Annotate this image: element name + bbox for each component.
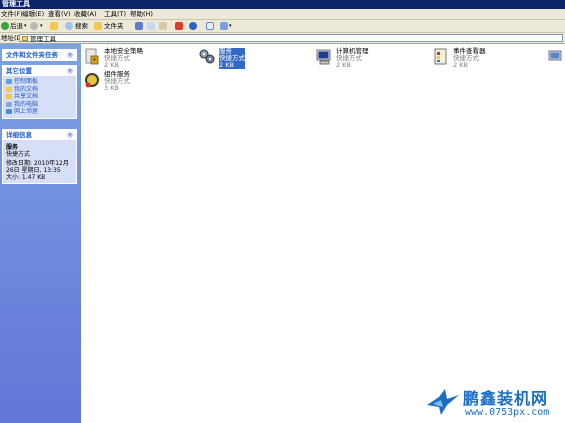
file-size: 3 KB <box>104 84 119 92</box>
computer-icon <box>6 101 12 107</box>
cut-icon[interactable] <box>135 22 143 30</box>
file-tasks-header[interactable]: 文件和文件夹任务 » <box>3 50 76 60</box>
undo-icon[interactable] <box>189 22 197 30</box>
shared-folder-icon <box>6 94 12 99</box>
menu-file[interactable]: 文件(F) <box>1 10 23 19</box>
folder-icon <box>22 36 28 41</box>
chevron-up-icon[interactable]: « <box>67 132 73 138</box>
file-size: 2 KB <box>336 61 351 69</box>
details-type: 快捷方式 <box>6 151 31 158</box>
watermark-url: www.0753px.com <box>465 407 550 418</box>
toolbar: 后退 ▾ ▾ 搜索 文件夹 ▾ <box>0 20 565 33</box>
folders-button[interactable]: 文件夹 <box>104 21 124 31</box>
other-places-panel: 其它位置 « 控制面板 我的文档 共享文档 我的电脑 网上邻居 <box>2 65 77 119</box>
details-header[interactable]: 详细信息 « <box>3 130 76 140</box>
paste-icon[interactable] <box>159 22 167 30</box>
place-my-computer[interactable]: 我的电脑 <box>6 101 73 109</box>
forward-arrow-icon[interactable] <box>30 22 38 30</box>
delete-icon[interactable] <box>175 22 183 30</box>
chevron-up-icon[interactable]: « <box>67 68 73 74</box>
back-dropdown-icon[interactable]: ▾ <box>24 21 27 31</box>
forward-dropdown-icon[interactable]: ▾ <box>40 21 43 31</box>
window-title: 管理工具 <box>0 0 565 9</box>
search-icon[interactable] <box>65 22 73 30</box>
event-viewer-icon <box>434 48 447 65</box>
properties-icon[interactable] <box>206 22 214 30</box>
menu-favorites[interactable]: 收藏(A) <box>74 10 97 19</box>
file-item-partial[interactable] <box>548 48 565 72</box>
details-panel: 详细信息 « 服务 快捷方式 修改日期: 2010年12月26日 星期日, 13… <box>2 129 77 184</box>
file-tasks-panel: 文件和文件夹任务 » <box>2 49 77 61</box>
menu-tools[interactable]: 工具(T) <box>104 10 126 19</box>
documents-folder-icon <box>6 86 12 92</box>
other-places-header[interactable]: 其它位置 « <box>3 66 76 76</box>
file-tasks-title: 文件和文件夹任务 <box>6 51 58 59</box>
folders-icon[interactable] <box>94 22 102 30</box>
place-my-documents[interactable]: 我的文档 <box>6 86 73 94</box>
views-dropdown-icon[interactable]: ▾ <box>229 21 232 31</box>
file-size: 2 KB <box>453 61 468 69</box>
address-value: 管理工具 <box>30 35 56 43</box>
details-size: 大小: 1.47 KB <box>6 174 46 181</box>
address-input[interactable]: 管理工具 <box>19 34 563 43</box>
back-button[interactable]: 后退 <box>10 21 23 31</box>
menu-help[interactable]: 帮助(H) <box>130 10 153 19</box>
services-gears-icon <box>199 49 215 64</box>
network-icon <box>6 109 12 114</box>
menu-edit[interactable]: 编辑(E) <box>22 10 44 19</box>
file-size: 2 KB <box>219 61 234 69</box>
file-size: 2 KB <box>104 61 119 69</box>
computer-management-icon <box>316 49 331 65</box>
file-list: 本地安全策略 快捷方式 2 KB 服务 快捷方式 2 KB 计算机管理 快捷方式… <box>81 44 565 423</box>
place-network[interactable]: 网上邻居 <box>6 108 73 116</box>
up-folder-icon[interactable] <box>50 22 58 30</box>
place-control-panel[interactable]: 控制面板 <box>6 78 73 86</box>
other-places-title: 其它位置 <box>6 67 32 75</box>
task-pane: 文件和文件夹任务 » 其它位置 « 控制面板 我的文档 共享文档 我的电脑 网上… <box>0 44 81 423</box>
search-button[interactable]: 搜索 <box>75 21 88 31</box>
menu-view[interactable]: 查看(V) <box>48 10 71 19</box>
watermark-title: 鹏鑫装机网 <box>463 389 549 408</box>
back-arrow-icon[interactable] <box>1 22 9 30</box>
views-icon[interactable] <box>220 22 228 30</box>
chevron-down-icon[interactable]: » <box>67 52 73 58</box>
security-policy-icon <box>85 48 99 65</box>
control-panel-icon <box>6 79 12 84</box>
network-computer-icon <box>548 50 562 61</box>
place-shared-documents[interactable]: 共享文档 <box>6 93 73 101</box>
copy-icon[interactable] <box>147 22 155 30</box>
bird-logo-icon <box>427 389 459 415</box>
menu-bar: 文件(F) 编辑(E) 查看(V) 收藏(A) 工具(T) 帮助(H) <box>0 9 565 20</box>
component-services-icon <box>85 73 99 88</box>
address-bar: 地址(D) 管理工具 <box>0 33 565 44</box>
details-title: 详细信息 <box>6 131 32 139</box>
watermark: 鹏鑫装机网 www.0753px.com <box>425 385 565 423</box>
details-modified: 修改日期: 2010年12月26日 星期日, 13:35 <box>6 160 69 174</box>
details-name: 服务 <box>6 144 19 151</box>
